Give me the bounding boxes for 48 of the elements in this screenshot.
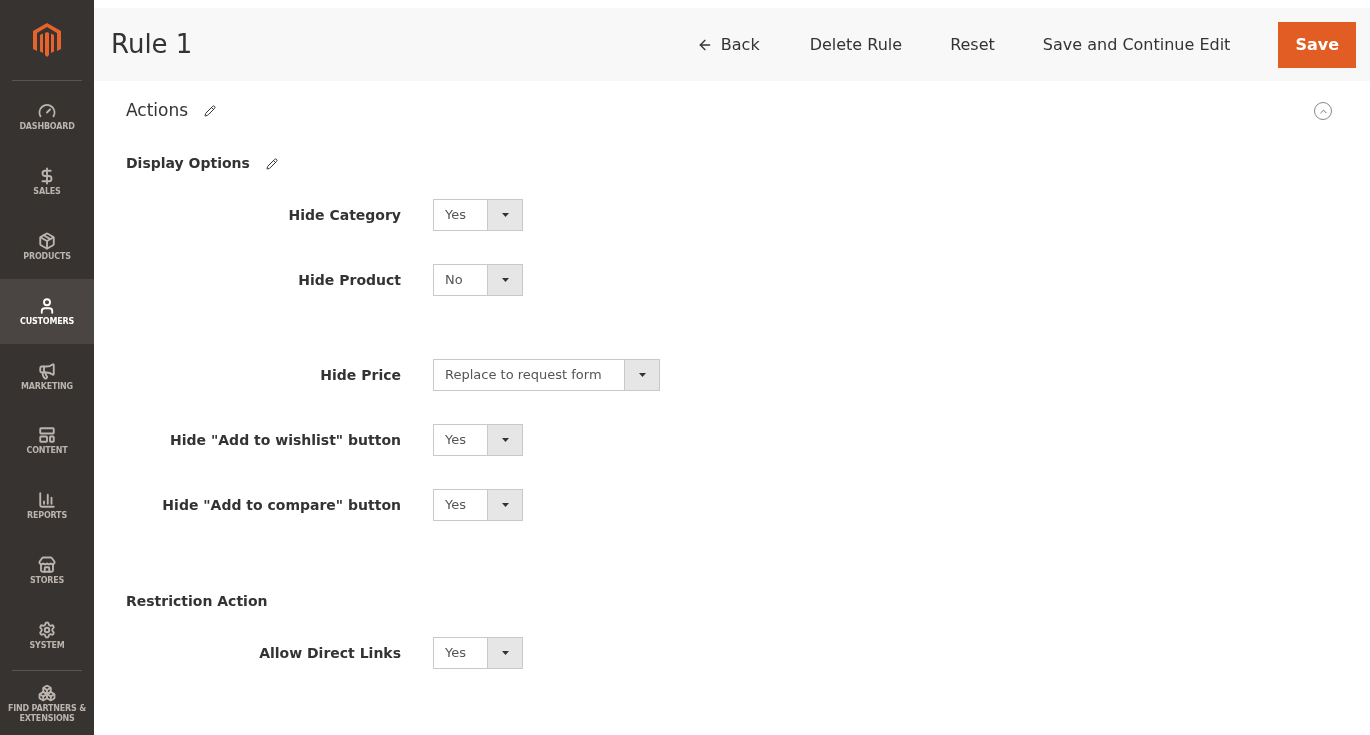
select-dropdown[interactable]: Replace to request form (433, 359, 660, 391)
field-label: Hide "Add to compare" button (161, 495, 402, 515)
sidebar-item[interactable]: STORES (0, 538, 94, 604)
sidebar-item[interactable]: SALES (0, 149, 94, 215)
group-title: Restriction Action (126, 592, 269, 611)
box-icon (38, 231, 56, 250)
caret-icon (638, 373, 646, 377)
select-dropdown[interactable]: Yes (433, 637, 523, 669)
sidebar-item[interactable]: SYSTEM (0, 603, 94, 669)
logo-icon (32, 21, 62, 58)
select-dropdown[interactable]: No (433, 264, 523, 296)
field-label: Hide Category (287, 205, 402, 225)
sidebar-item[interactable]: CUSTOMERS (0, 279, 94, 345)
save-button[interactable]: Save (1278, 21, 1356, 68)
sidebar-item[interactable]: MARKETING (0, 344, 94, 409)
sidebar-item[interactable]: DASHBOARD (0, 84, 94, 150)
action-button[interactable]: Reset (950, 32, 995, 57)
select-dropdown[interactable]: Yes (433, 424, 523, 456)
caret-icon (501, 651, 509, 655)
action-button[interactable]: Save and Continue Edit (1042, 32, 1231, 57)
sidebar-item[interactable]: PRODUCTS (0, 214, 94, 280)
select-dropdown[interactable]: Yes (433, 199, 523, 231)
settings-icon (38, 620, 56, 639)
sidebar-item[interactable]: FIND PARTNERS & EXTENSIONS (0, 673, 94, 735)
bar-chart-icon (38, 491, 56, 510)
layout-icon (38, 426, 56, 445)
caret-icon (501, 438, 509, 442)
field-label: Hide "Add to wishlist" button (169, 430, 402, 450)
pencil-icon (204, 105, 217, 117)
megaphone-icon (38, 361, 56, 380)
section-title: Actions (126, 99, 189, 123)
person-icon (38, 296, 56, 315)
action-button[interactable]: Delete Rule (809, 32, 903, 57)
caret-icon (501, 503, 509, 507)
boxes-icon (38, 684, 56, 703)
field-label: Hide Price (319, 365, 402, 385)
field-label: Allow Direct Links (258, 643, 402, 663)
caret-icon (501, 213, 509, 217)
field-label: Hide Product (297, 270, 402, 290)
sidebar-item[interactable]: CONTENT (0, 408, 94, 474)
pencil-icon (265, 157, 278, 170)
storefront-icon (38, 556, 56, 574)
back-button[interactable]: Back (694, 32, 762, 57)
select-dropdown[interactable]: Yes (433, 489, 523, 521)
sidebar-item[interactable]: REPORTS (0, 473, 94, 539)
group-title: Display Options (126, 154, 250, 173)
page-title: Rule 1 (111, 28, 194, 61)
caret-icon (501, 278, 509, 282)
